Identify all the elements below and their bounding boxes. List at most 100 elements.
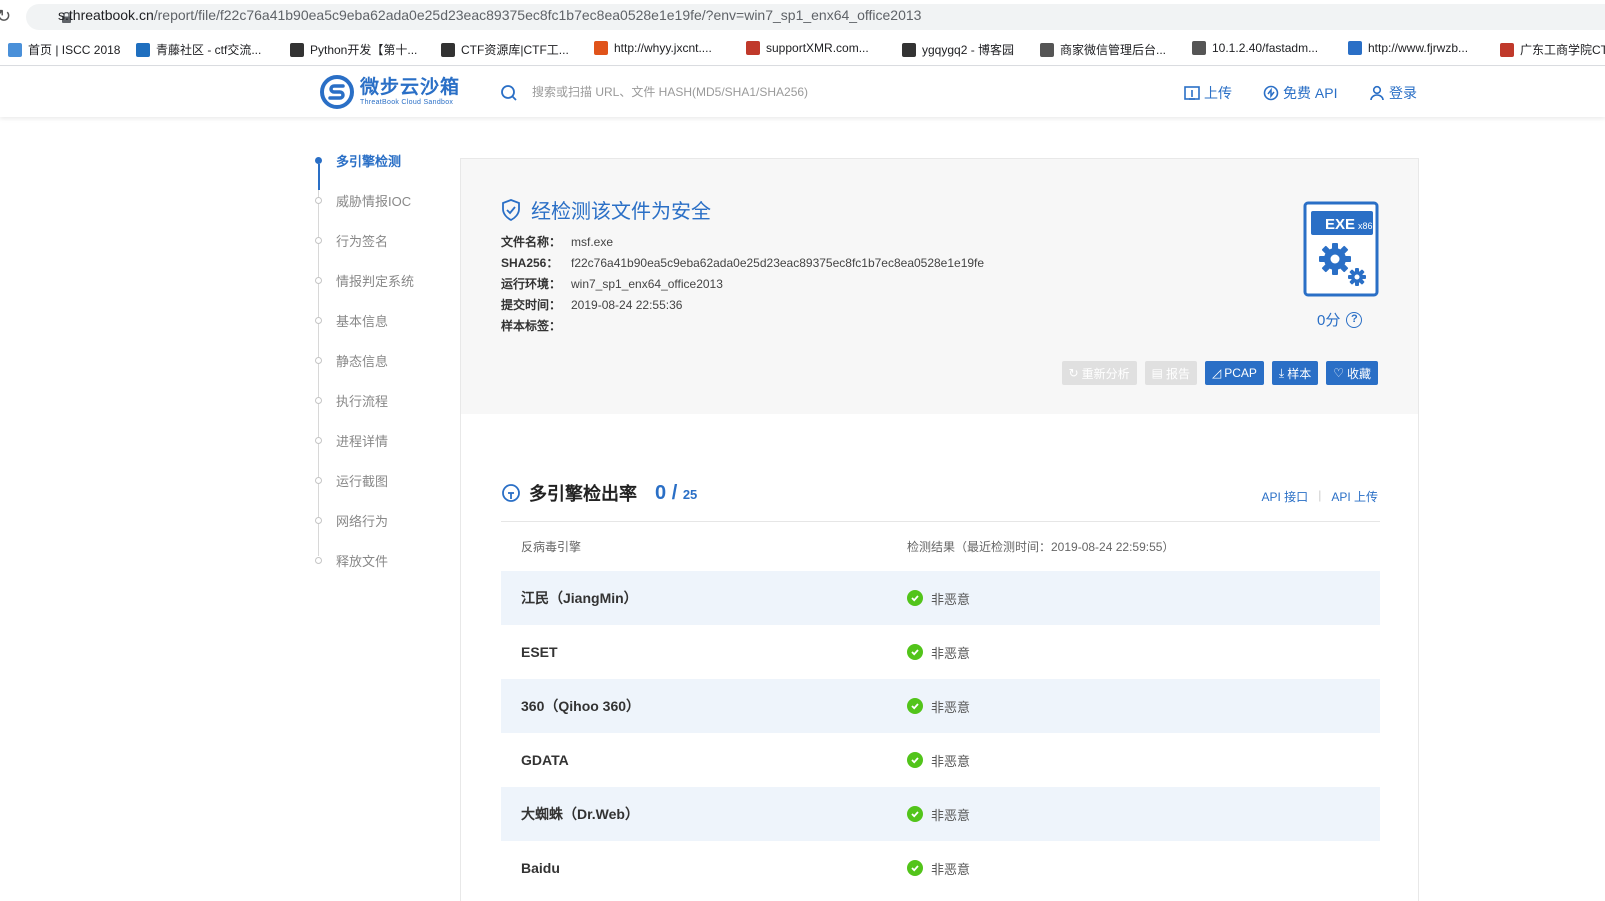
detection-rate: 0 / 25	[655, 482, 697, 505]
nav-item[interactable]: 运行截图	[310, 470, 388, 490]
table-header: 反病毒引擎 检测结果（最近检测时间：2019-08-24 22:59:55）	[501, 521, 1380, 571]
pcap-button[interactable]: ◿ PCAP	[1204, 361, 1264, 385]
detection-result: 非恶意	[907, 697, 970, 716]
user-icon	[1370, 85, 1384, 101]
report-button[interactable]: ▤ 报告	[1144, 361, 1197, 385]
engine-name: ESET	[521, 644, 558, 660]
nav-item[interactable]: 释放文件	[310, 550, 388, 570]
nav-dot	[315, 276, 322, 284]
nav-dot	[315, 156, 322, 164]
check-circle-icon	[907, 860, 923, 876]
nav-label: 基本信息	[336, 313, 389, 329]
feather-icon	[290, 42, 304, 57]
person-icon	[441, 42, 455, 57]
favorite-label: 收藏	[1346, 366, 1371, 381]
bookmark-item[interactable]: Python开发【第十...	[290, 41, 417, 58]
detection-result: 非恶意	[907, 859, 970, 878]
nav-item[interactable]: 执行流程	[310, 390, 388, 410]
meta-row: 文件名称： msf.exe	[501, 231, 984, 252]
action-buttons: ↻ 重新分析 ▤ 报告 ◿ PCAP ⤓ 样本 ♡ 收藏	[1061, 361, 1378, 385]
bookmark-item[interactable]: http://www.fjrwzb...	[1348, 41, 1468, 55]
engine-name: 江民（JiangMin）	[521, 590, 638, 606]
search-input[interactable]	[530, 80, 1090, 104]
upload-icon	[1184, 86, 1200, 100]
reanalyze-button[interactable]: ↻ 重新分析	[1061, 361, 1137, 385]
document-icon: ▤	[1151, 366, 1163, 380]
url-path: /report/file/f22c76a41b90ea5c9eba62ada0e…	[153, 7, 922, 23]
download-icon: ⤓	[1278, 365, 1285, 380]
favorite-button[interactable]: ♡ 收藏	[1326, 361, 1378, 385]
reload-icon[interactable]: ↻	[0, 6, 11, 27]
bookmark-label: http://whyy.jxcnt....	[614, 41, 712, 55]
engine-name: 360（Qihoo 360）	[521, 698, 641, 714]
bookmark-label: 商家微信管理后台...	[1060, 43, 1167, 57]
upload-link[interactable]: 上传	[1184, 83, 1232, 103]
bookmark-label: supportXMR.com...	[766, 41, 869, 55]
threat-score: 0分 ?	[1317, 309, 1363, 330]
bookmark-item[interactable]: 首页 | ISCC 2018	[8, 41, 121, 58]
pcap-icon: ◿	[1211, 366, 1222, 380]
nav-item[interactable]: 网络行为	[310, 510, 388, 530]
logo[interactable]: 微步云沙箱 ThreatBook Cloud Sandbox	[320, 75, 460, 109]
report-label: 报告	[1165, 366, 1190, 381]
upload-label: 上传	[1204, 85, 1232, 101]
site-header: 微步云沙箱 ThreatBook Cloud Sandbox 上传 免费 API…	[0, 67, 1605, 117]
feather-icon	[902, 42, 916, 57]
meta-row: 提交时间： 2019-08-24 22:55:36	[501, 294, 984, 315]
engine-table: 反病毒引擎 检测结果（最近检测时间：2019-08-24 22:59:55） 江…	[501, 521, 1380, 895]
url-text[interactable]: s.threatbook.cn/report/file/f22c76a41b90…	[58, 7, 921, 23]
result-label: 非恶意	[931, 807, 971, 823]
nav-item[interactable]: 威胁情报IOC	[310, 190, 411, 210]
grid-icon	[1348, 41, 1362, 55]
bookmark-item[interactable]: 10.1.2.40/fastadm...	[1192, 41, 1318, 55]
nav-label: 行为签名	[336, 233, 389, 249]
login-link[interactable]: 登录	[1369, 83, 1417, 103]
help-icon[interactable]: ?	[1346, 311, 1363, 328]
nav-item[interactable]: 基本信息	[310, 310, 388, 330]
nav-item[interactable]: 静态信息	[310, 350, 388, 370]
nav-item[interactable]: 情报判定系统	[310, 270, 414, 290]
search-icon[interactable]	[500, 84, 518, 102]
nav-dot	[315, 196, 322, 204]
bookmark-item[interactable]: CTF资源库|CTF工...	[441, 41, 569, 58]
heart-icon: ♡	[1333, 366, 1344, 380]
meta-key: 提交时间：	[501, 298, 562, 312]
pcap-label: PCAP	[1224, 366, 1257, 380]
engine-name: 大蜘蛛（Dr.Web）	[521, 806, 639, 822]
flag-icon	[746, 41, 760, 55]
section-title: 多引擎检出率 0 / 25	[501, 480, 697, 506]
bookmark-item[interactable]: 商家微信管理后台...	[1040, 41, 1166, 58]
bookmark-item[interactable]: supportXMR.com...	[746, 41, 869, 55]
nav-label: 情报判定系统	[336, 273, 415, 289]
api-links: API 接口 | API 上传	[1262, 488, 1379, 505]
nav-label: 执行流程	[336, 393, 389, 409]
meta-value: msf.exe	[571, 234, 614, 249]
bookmark-item[interactable]: ygqygq2 - 博客园	[902, 41, 1014, 58]
nav-label: 静态信息	[336, 353, 389, 369]
check-circle-icon	[907, 752, 923, 768]
nav-item[interactable]: 进程详情	[310, 430, 388, 450]
sample-button[interactable]: ⤓ 样本	[1271, 361, 1319, 385]
meta-key: 文件名称：	[501, 235, 562, 249]
bookmark-item[interactable]: 广东工商学院CT	[1500, 41, 1605, 58]
nav-label: 网络行为	[336, 513, 389, 529]
free-api-link[interactable]: 免费 API	[1263, 83, 1337, 103]
bookmark-item[interactable]: http://whyy.jxcnt....	[594, 41, 712, 55]
nav-item[interactable]: 多引擎检测	[310, 150, 401, 170]
nav-dot	[315, 516, 322, 524]
globe-icon	[1192, 41, 1206, 55]
api-upload-link[interactable]: API 上传	[1331, 488, 1378, 505]
nav-label: 多引擎检测	[336, 153, 402, 169]
bookmark-item[interactable]: 青藤社区 - ctf交流...	[136, 41, 261, 58]
nav-dot	[315, 556, 322, 564]
nav-label: 释放文件	[336, 553, 389, 569]
nav-dot	[315, 436, 322, 444]
nav-item[interactable]: 行为签名	[310, 230, 388, 250]
pin-icon	[1500, 42, 1514, 57]
result-label: 非恶意	[931, 753, 971, 769]
api-interface-link[interactable]: API 接口	[1262, 488, 1309, 505]
shield-check-icon	[502, 198, 520, 221]
check-circle-icon	[907, 590, 923, 606]
nav-dot	[315, 396, 322, 404]
meta-key: 样本标签：	[501, 319, 562, 333]
